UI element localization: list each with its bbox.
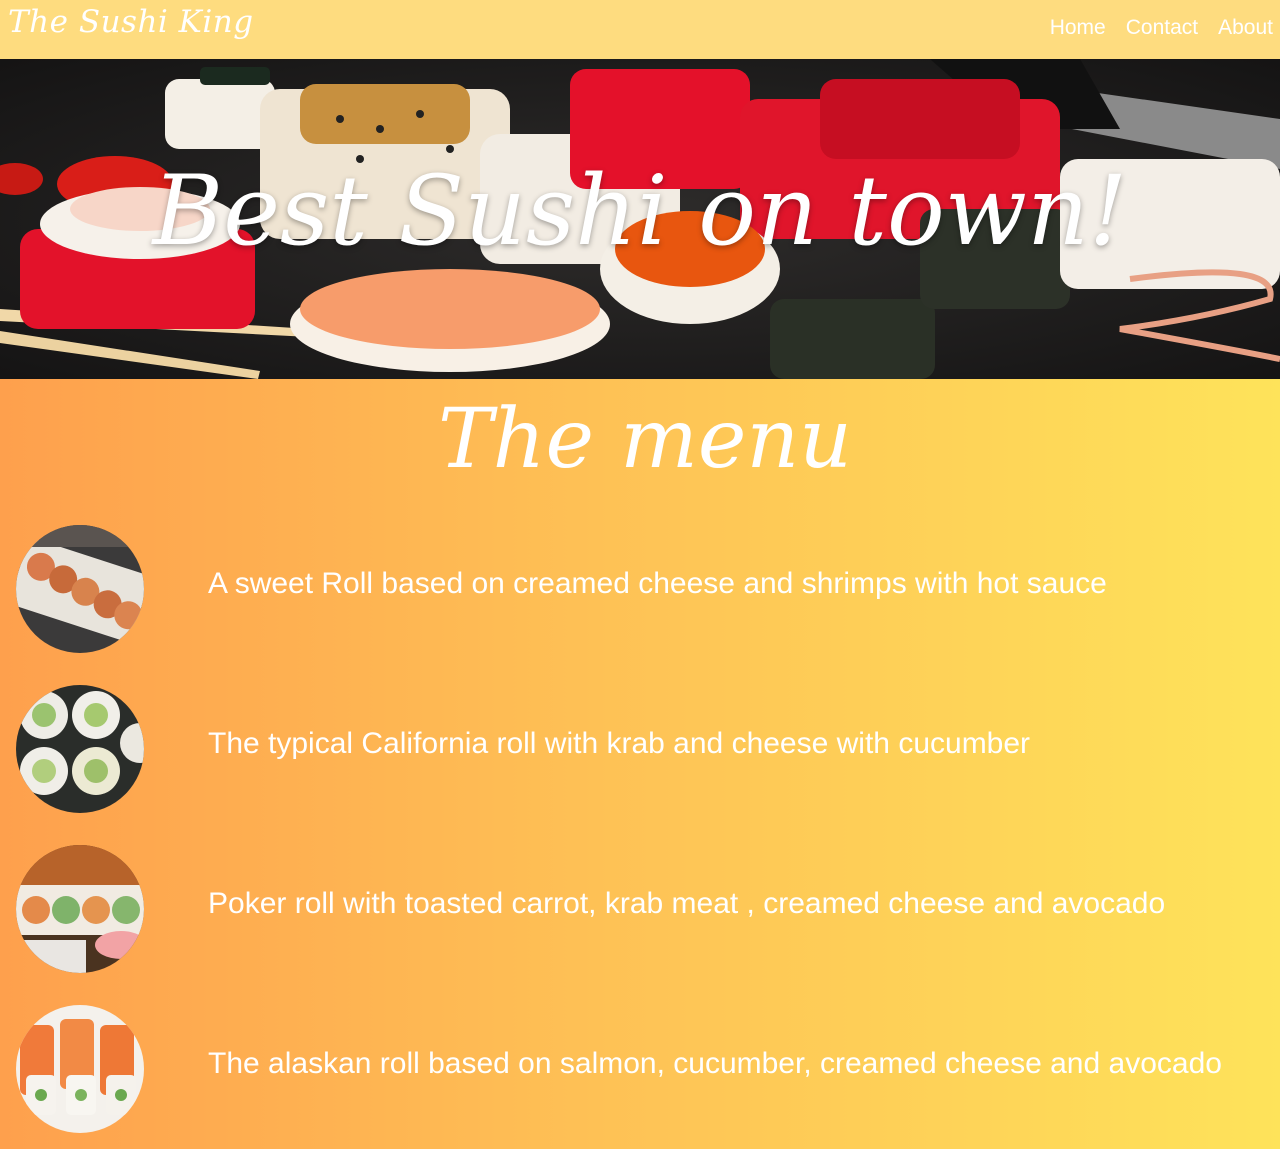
top-navbar: The Sushi King Home Contact About [0,0,1280,59]
nav-link-about[interactable]: About [1218,16,1273,40]
menu-title: The menu [437,392,852,487]
menu-item: A sweet Roll based on creamed cheese and… [0,525,1280,653]
menu-section: The menu A sweet Roll based on creamed c… [0,379,1280,1149]
hero-title: Best Sushi on town! [152,155,1128,267]
menu-item-description: The alaskan roll based on salmon, cucumb… [208,1047,1222,1080]
brand-logo-text[interactable]: The Sushi King [8,4,254,40]
menu-item-image [16,525,144,653]
menu-item: Poker roll with toasted carrot, krab mea… [0,845,1280,973]
nav-links: Home Contact About [1050,16,1273,40]
nav-link-home[interactable]: Home [1050,16,1106,40]
hero-banner: Best Sushi on town! [0,59,1280,379]
menu-item-image [16,685,144,813]
menu-item-description: Poker roll with toasted carrot, krab mea… [208,887,1166,920]
menu-item-description: A sweet Roll based on creamed cheese and… [208,567,1107,600]
menu-item: The typical California roll with krab an… [0,685,1280,813]
menu-item: The alaskan roll based on salmon, cucumb… [0,1005,1280,1133]
nav-link-contact[interactable]: Contact [1126,16,1198,40]
menu-item-description: The typical California roll with krab an… [208,727,1031,760]
menu-item-image [16,845,144,973]
menu-item-image [16,1005,144,1133]
